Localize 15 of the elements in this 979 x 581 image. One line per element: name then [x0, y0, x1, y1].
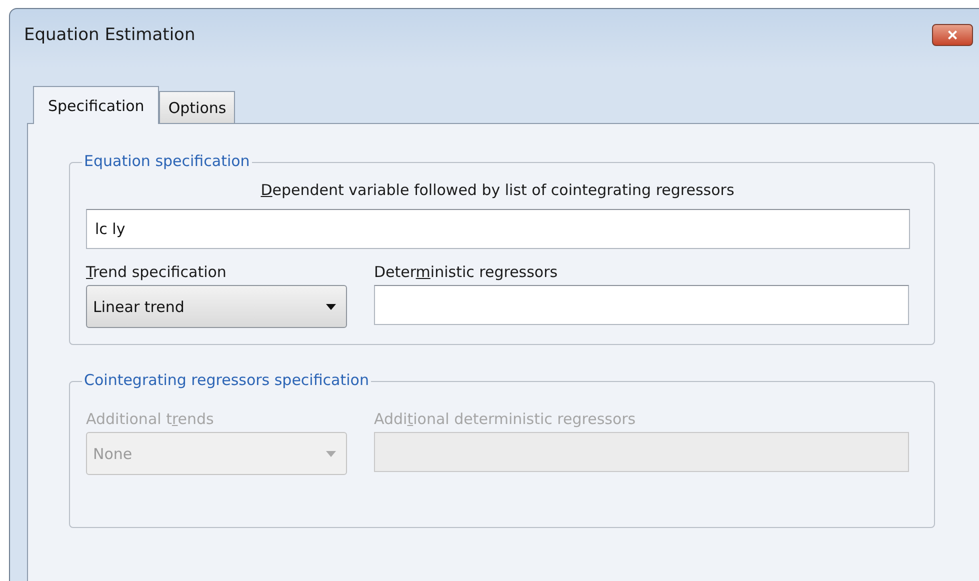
group-title: Cointegrating regressors specification — [82, 371, 371, 389]
field-label: Additional trends — [86, 410, 215, 428]
tab[interactable]: Specification — [33, 86, 160, 124]
input-field[interactable]: lc ly — [86, 209, 910, 249]
field-label: Dependent variable followed by list of cointegrating regressors — [260, 181, 734, 199]
tab[interactable]: Options — [159, 91, 236, 123]
input-field[interactable] — [374, 285, 909, 325]
field-label: Trend specification — [86, 263, 228, 281]
group-title: Equation specification — [82, 152, 252, 170]
caret-icon — [326, 450, 336, 456]
caret-icon — [326, 304, 336, 310]
field-label: Deterministic regressors — [374, 263, 559, 281]
field-label: Additional deterministic regressors — [374, 410, 637, 428]
window-title: Equation Estimation — [24, 25, 196, 45]
dropdown[interactable]: Linear trend — [86, 285, 347, 328]
